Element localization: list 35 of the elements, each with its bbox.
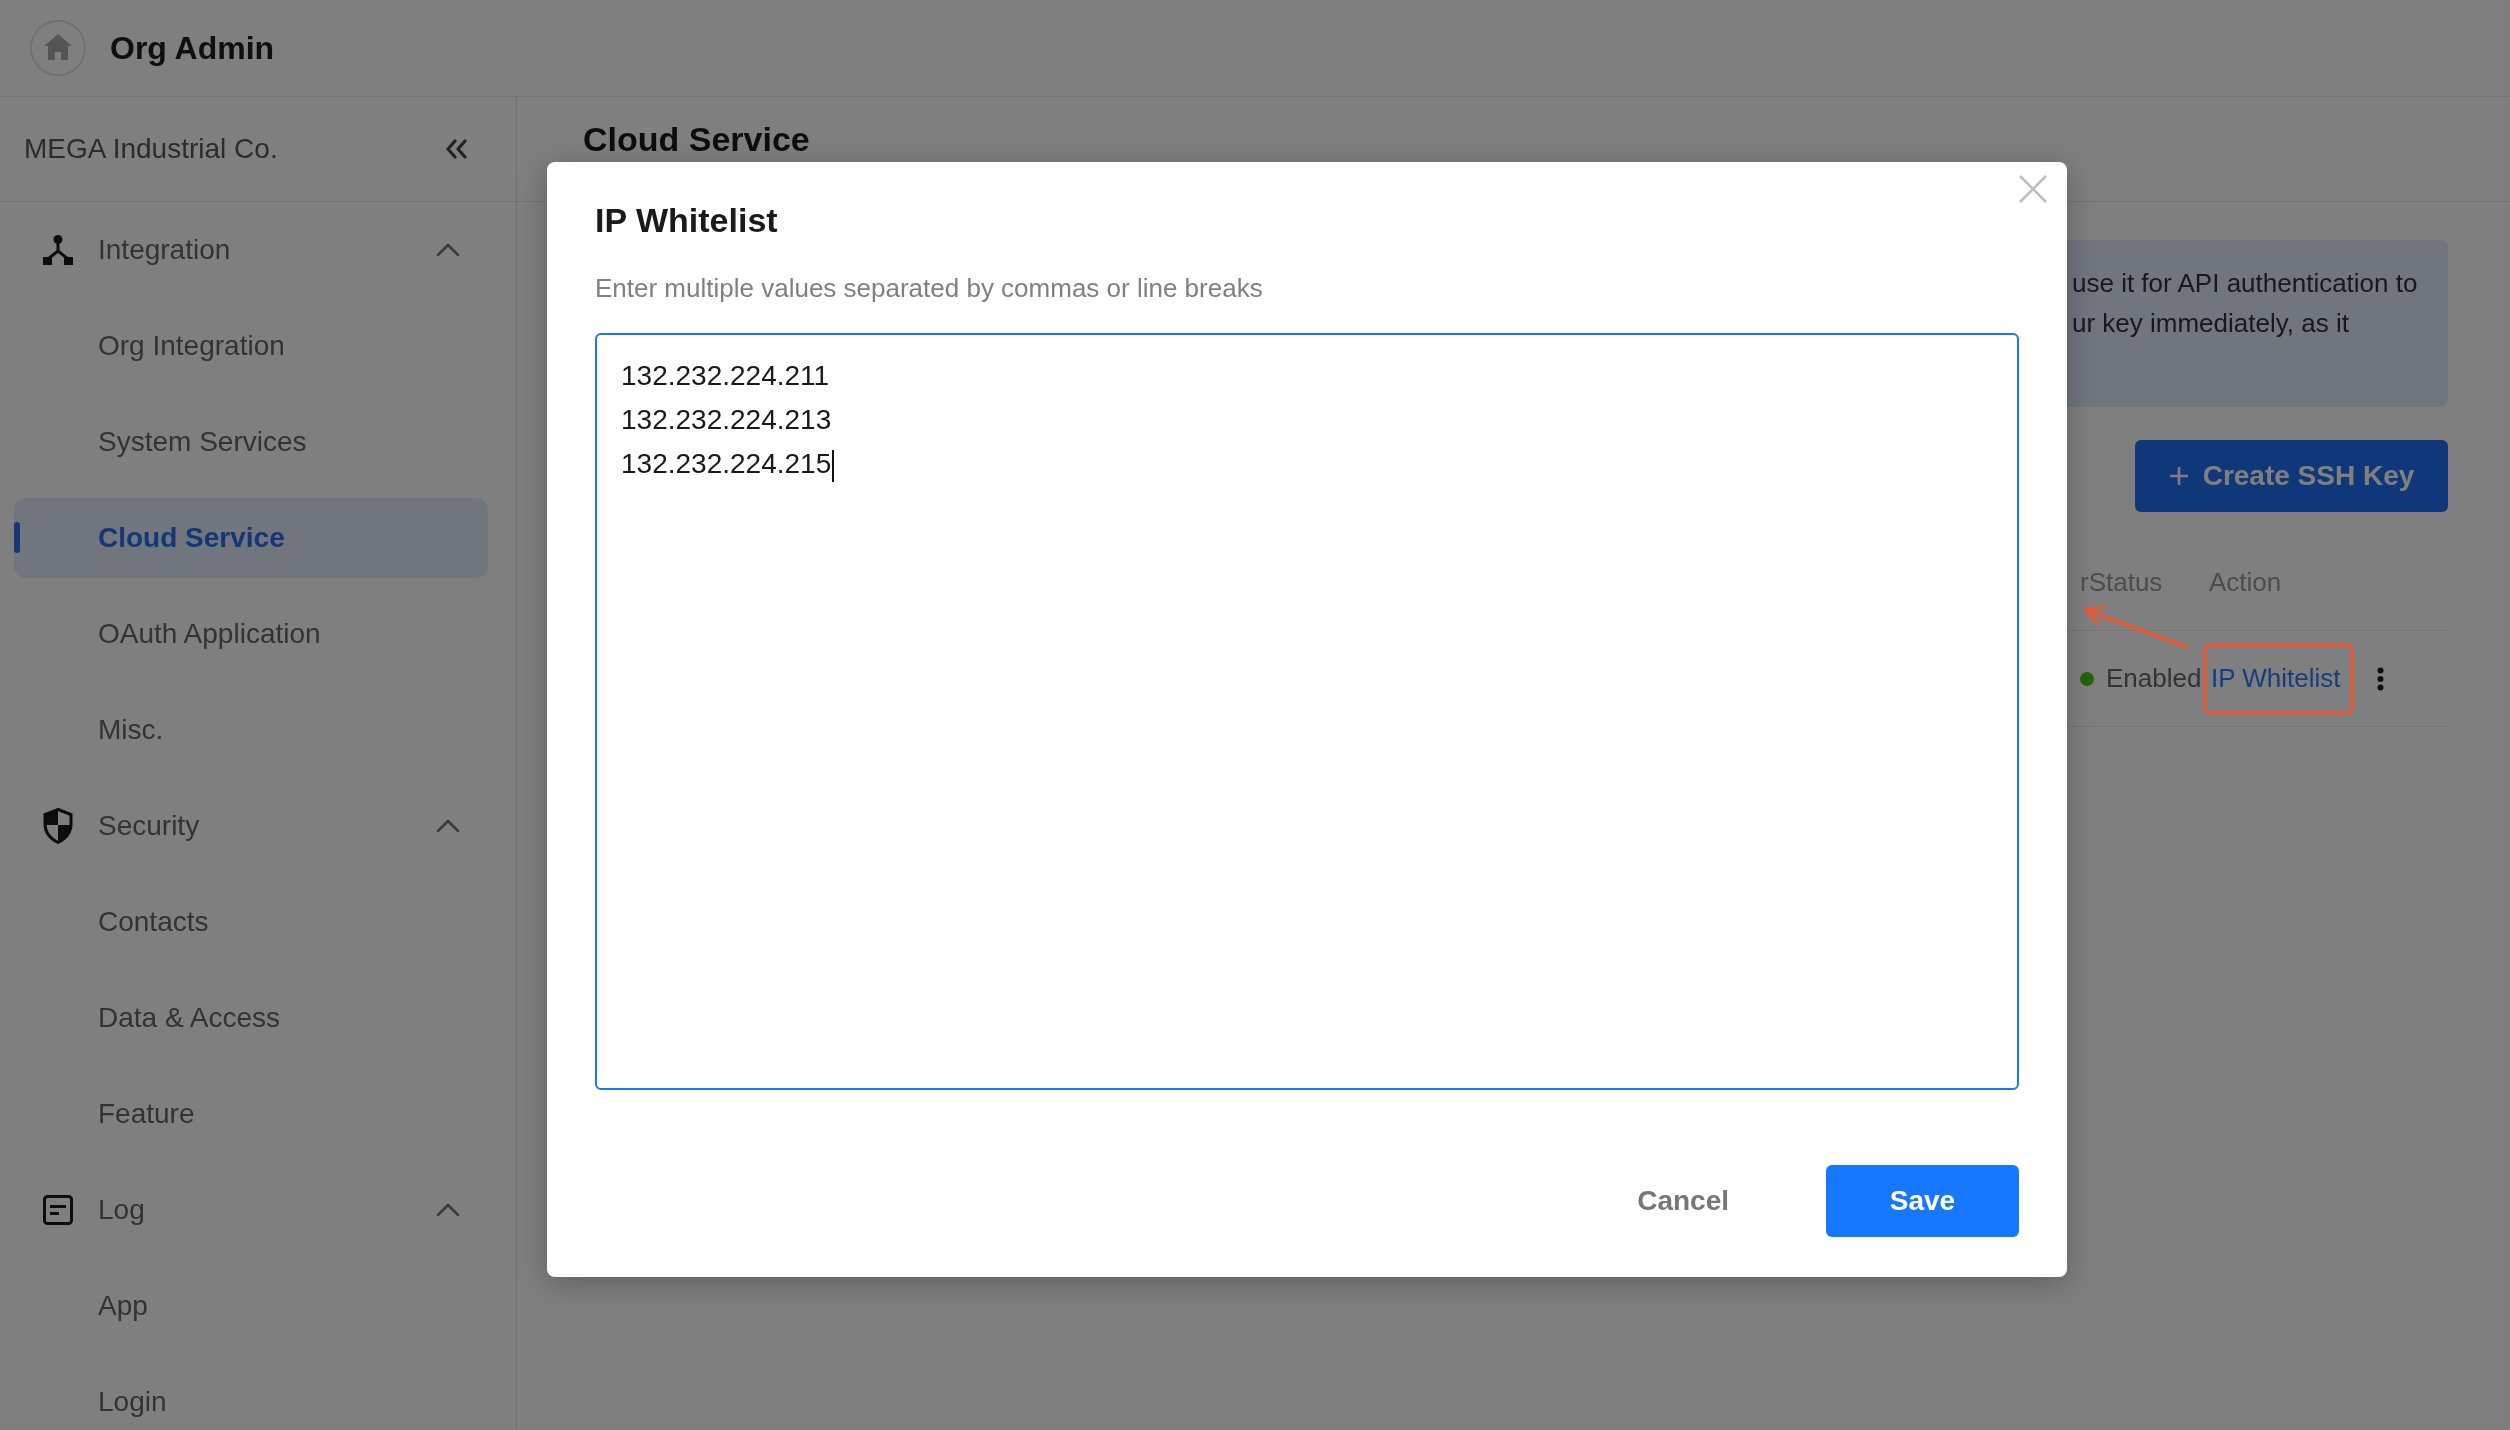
textarea-field[interactable]: 132.232.224.211 132.232.224.213 132.232.224.215 xyxy=(595,333,2019,1090)
plus-icon xyxy=(2168,466,2189,486)
app-title: Org Admin xyxy=(110,29,275,67)
home-icon xyxy=(44,33,72,60)
status-dot-icon xyxy=(2080,671,2094,686)
nav-group-header[interactable]: Security xyxy=(14,798,488,854)
nav-item[interactable]: Cloud Service xyxy=(14,498,488,578)
nav-item[interactable]: Feature xyxy=(14,1086,488,1142)
nav-item[interactable]: Contacts xyxy=(14,894,488,950)
hint-text: Enter multiple values separated by commas or line breaks xyxy=(595,272,1264,305)
nav-item[interactable]: System Services xyxy=(14,414,488,470)
nav-group-header[interactable]: Integration xyxy=(14,222,488,278)
nav-item[interactable]: App xyxy=(14,1278,488,1334)
hierarchy-icon xyxy=(43,235,73,265)
nav-item[interactable]: OAuth Application xyxy=(14,606,488,662)
nav-item[interactable]: Misc. xyxy=(14,702,488,758)
nav-group-header[interactable]: Log xyxy=(14,1182,488,1238)
nav-item[interactable]: Data & Access xyxy=(14,990,488,1046)
notice-text: use it for API authentication to ur key immediately, as it xyxy=(2072,267,2418,340)
collapse-icon[interactable] xyxy=(445,139,467,159)
create-ssh-key-button[interactable]: Create SSH Key xyxy=(2135,440,2448,512)
action-link[interactable]: IP Whitelist xyxy=(2211,663,2341,694)
save-button[interactable]: Save xyxy=(1826,1165,2019,1237)
shield-icon xyxy=(43,808,73,844)
organization-name: MEGA Industrial Co. xyxy=(24,133,278,165)
selection-bar-icon xyxy=(14,522,20,553)
modal-title: IP Whitelist xyxy=(595,200,779,240)
document-icon xyxy=(43,1195,73,1225)
nav-item[interactable]: Login xyxy=(14,1374,488,1430)
status-text: Enabled xyxy=(2106,663,2202,694)
more-icon[interactable] xyxy=(2376,666,2384,691)
text-cursor-icon xyxy=(832,449,835,482)
nav-item[interactable]: Org Integration xyxy=(14,318,488,374)
page-title: Cloud Service xyxy=(583,119,811,159)
cancel-button[interactable]: Cancel xyxy=(1613,1165,1753,1237)
